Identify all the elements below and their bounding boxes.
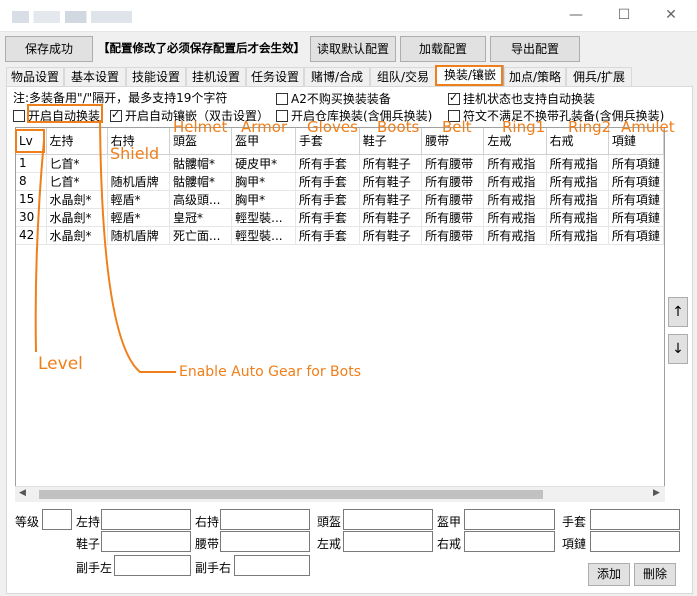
annotation-lines [34, 119, 176, 373]
auto-gear-arrow-line [99, 119, 176, 373]
level-arrow-line [34, 139, 45, 353]
